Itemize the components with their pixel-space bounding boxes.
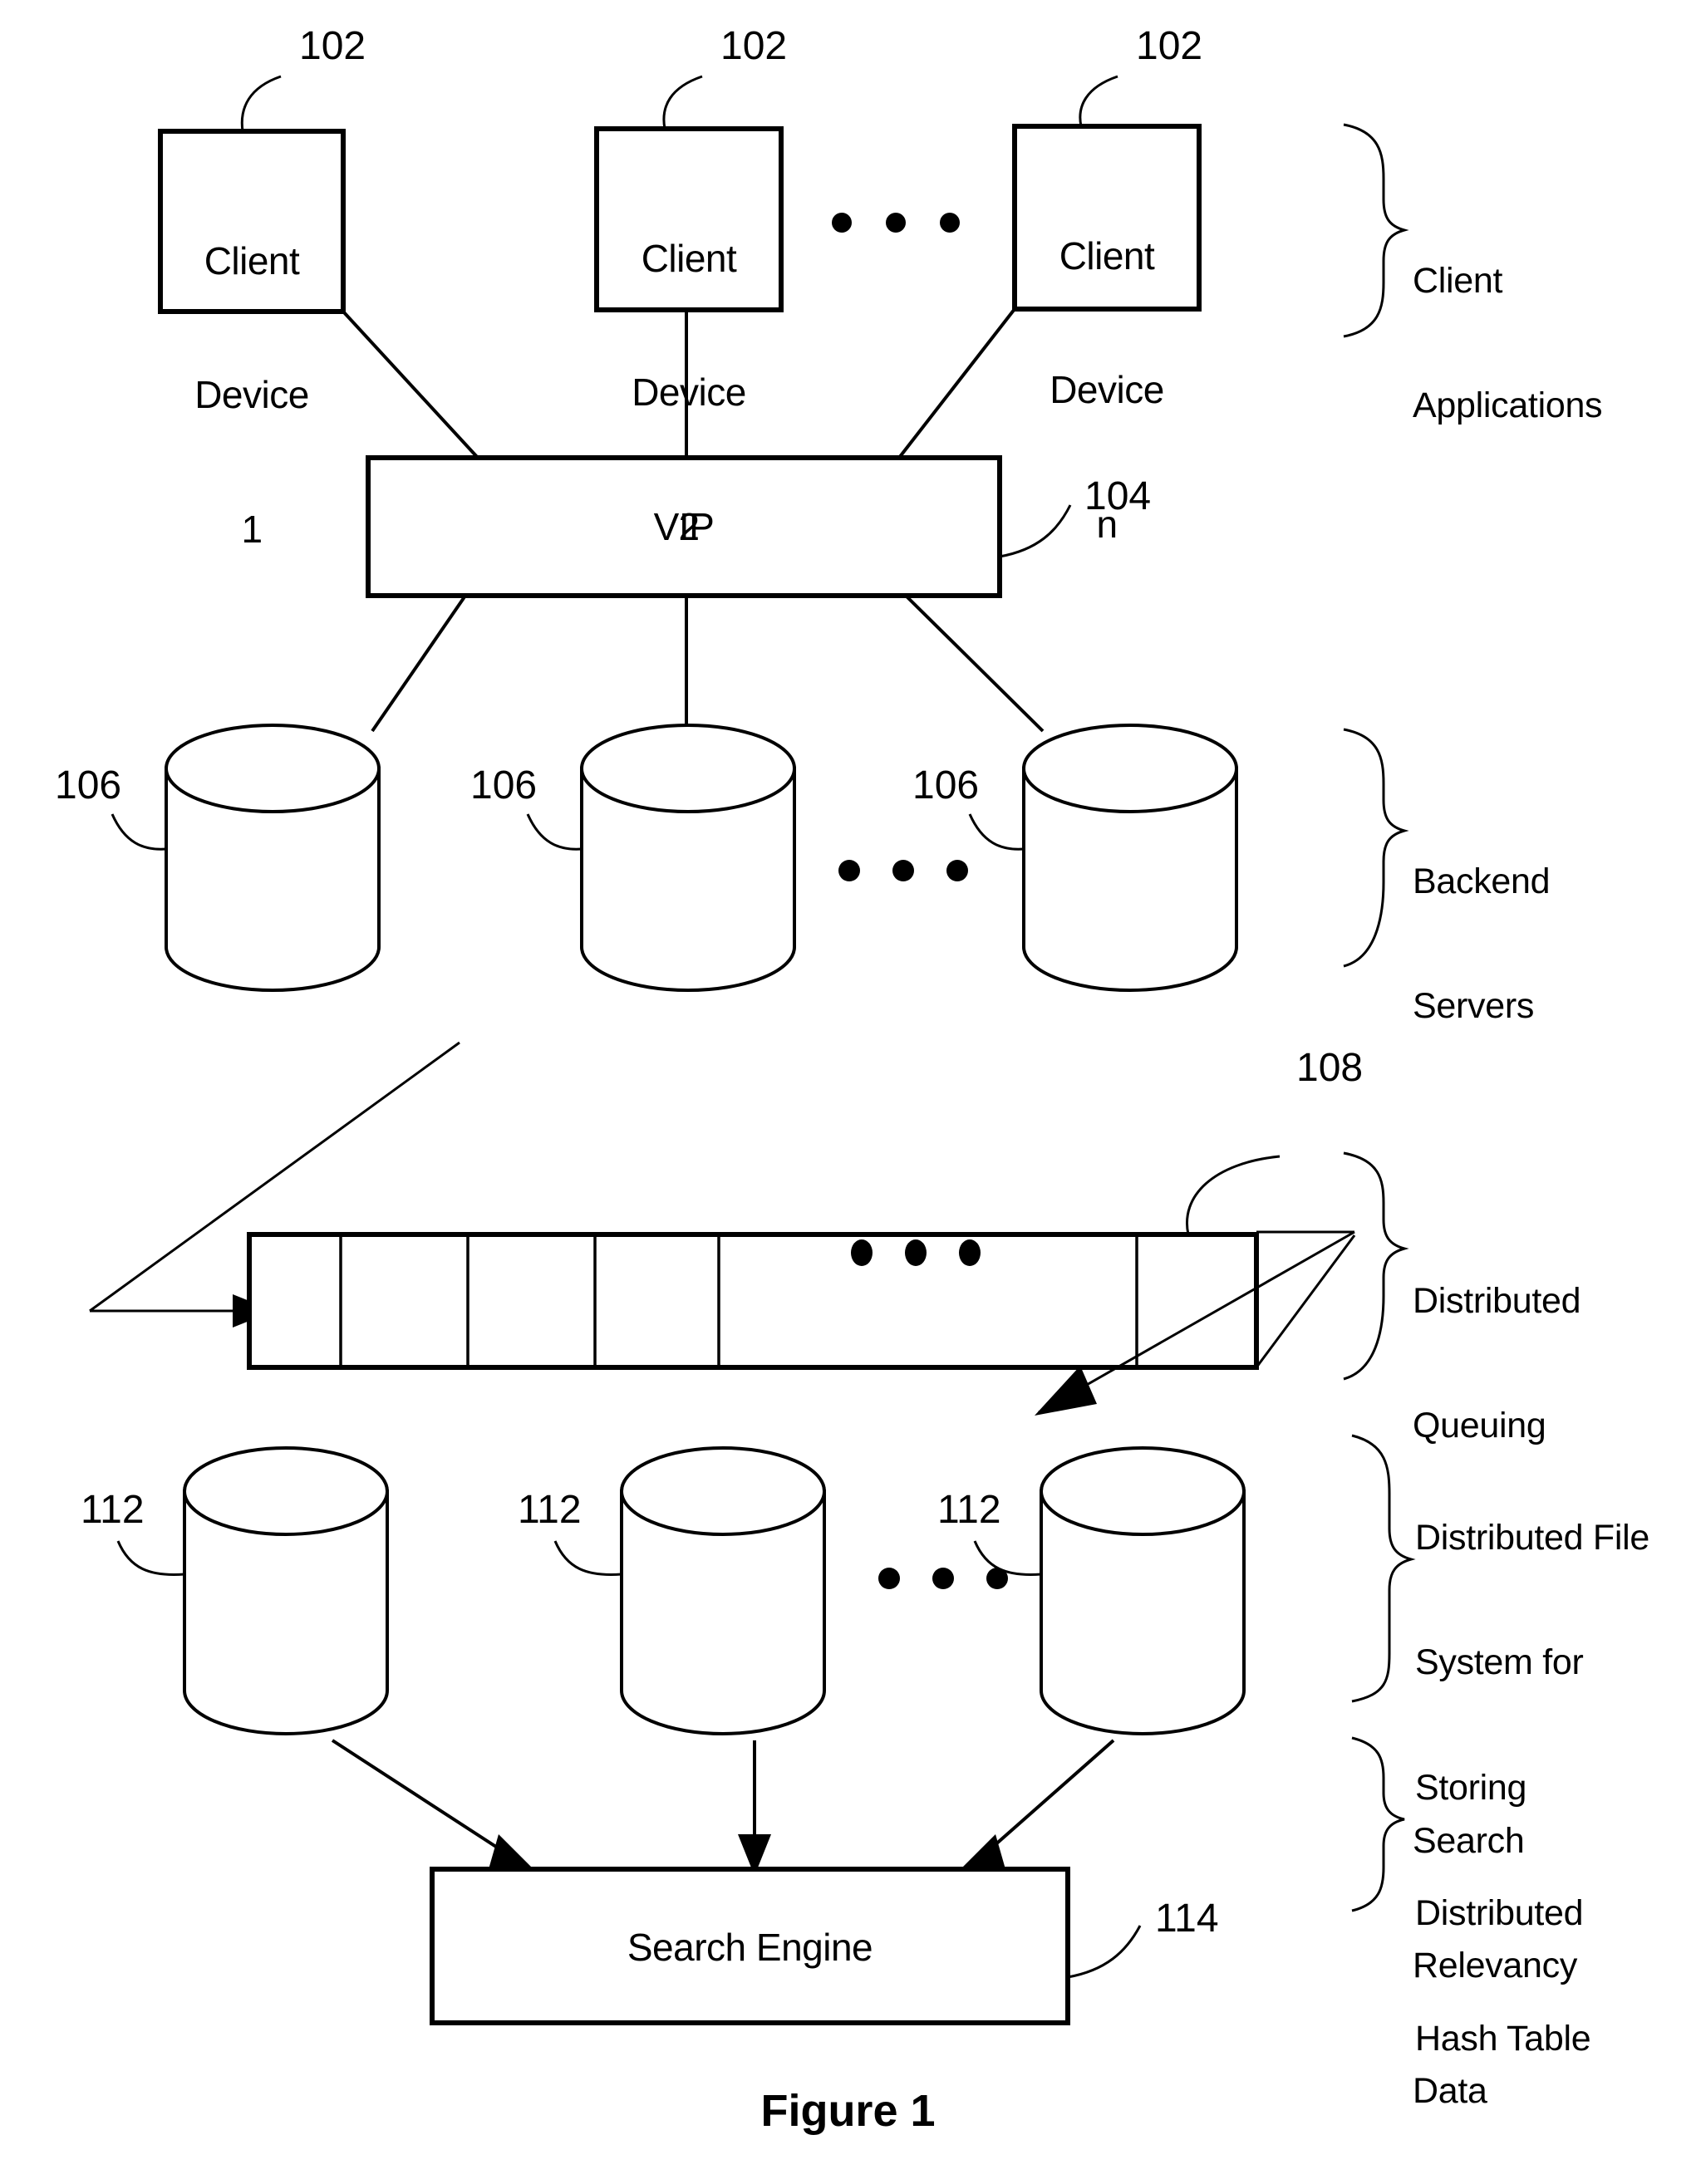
client-device-1-label: Client Device 1 [160, 150, 343, 641]
leader-106-server2 [526, 813, 583, 851]
ellipsis-dot-queue-1 [851, 1239, 873, 1266]
ref-num-114-search-engine: 114 [1155, 1897, 1219, 1941]
ellipsis-dot-servers-1 [838, 860, 860, 881]
queue-output-arrowhead [1035, 1366, 1097, 1416]
brace-distributed-file-system [1351, 1434, 1416, 1703]
dfs-line2: System for [1415, 1642, 1584, 1683]
leader-106-server3 [968, 813, 1025, 851]
client-device-n-line2: Device [1050, 368, 1164, 412]
ref-num-112-node3: 112 [937, 1488, 1001, 1532]
ellipsis-dot-clients-1 [832, 213, 852, 233]
ellipsis-dot-dfs-2 [932, 1568, 954, 1589]
leader-108-queue [1186, 1155, 1281, 1235]
client-applications-line2: Applications [1413, 385, 1603, 426]
link-dfs3-search [977, 1739, 1115, 1861]
client-device-n-line1: Client [1059, 233, 1155, 277]
search-engine-label: Search Engine [627, 1926, 873, 1969]
backend-server-1-top [165, 724, 381, 813]
client-applications-line1: Client [1413, 260, 1503, 301]
search-relevancy-line1: Search [1413, 1820, 1525, 1861]
ref-num-112-node2: 112 [518, 1488, 582, 1532]
client-device-n-label: Client Device n [1015, 145, 1199, 636]
link-dfs1-search [331, 1739, 517, 1861]
vip-label: VIP [653, 505, 715, 548]
ref-num-108-queue: 108 [1296, 1046, 1364, 1090]
backend-servers-line2: Servers [1413, 986, 1535, 1027]
leader-114-search-engine [1067, 1925, 1142, 1979]
ref-num-104-vip: 104 [1084, 474, 1152, 518]
client-device-1-line2: Device [194, 373, 309, 417]
dfs-line1: Distributed File [1415, 1517, 1649, 1558]
leader-112-node2 [553, 1540, 622, 1576]
leader-102-device2 [662, 75, 703, 130]
leader-102-device1 [240, 75, 282, 132]
ref-num-102-device2: 102 [720, 24, 788, 68]
queue-output-diagonal-bottom [1255, 1234, 1356, 1368]
backend-servers-line1: Backend [1413, 861, 1551, 901]
backend-server-3-top [1022, 724, 1238, 813]
figure-caption: Figure 1 [760, 2086, 936, 2136]
leader-106-server1 [111, 813, 167, 851]
client-device-2-label: Client Device 2 [597, 147, 781, 639]
search-relevancy-line2: Relevancy [1413, 1946, 1578, 1986]
group-label-client-applications: Client Applications [1413, 176, 1603, 510]
client-device-1-line3: 1 [241, 507, 263, 551]
ellipsis-dot-servers-3 [946, 860, 968, 881]
distributed-queue-box[interactable] [247, 1232, 1259, 1370]
leader-102-device3 [1079, 75, 1118, 127]
ref-num-106-server1: 106 [55, 763, 122, 807]
ellipsis-dot-clients-3 [940, 213, 960, 233]
ref-num-106-server2: 106 [470, 763, 538, 807]
brace-backend-servers [1343, 728, 1409, 968]
distributed-queuing-line1: Distributed [1413, 1280, 1581, 1321]
ellipsis-dot-servers-2 [892, 860, 914, 881]
client-device-1-line1: Client [204, 238, 300, 282]
ref-num-112-node1: 112 [81, 1488, 145, 1532]
link-device1-vip [342, 310, 479, 459]
brace-distributed-queuing [1343, 1151, 1409, 1381]
group-label-backend-servers: Backend Servers [1413, 777, 1551, 1111]
patent-figure: 102 102 102 Client Device 1 Client Devic… [0, 0, 1696, 2184]
ref-num-102-devicen: 102 [1136, 24, 1203, 68]
brace-client-applications [1343, 123, 1409, 338]
link-devicen-vip [897, 307, 1016, 459]
ellipsis-dot-queue-2 [905, 1239, 927, 1266]
ellipsis-dot-queue-3 [959, 1239, 981, 1266]
ellipsis-dot-clients-2 [886, 213, 906, 233]
dfs-node-1-top [183, 1446, 389, 1536]
brace-search-relevancy [1351, 1736, 1405, 1912]
link-vip-server1 [371, 594, 467, 733]
dfs-node-2-top [620, 1446, 826, 1536]
ref-num-102-device1: 102 [299, 24, 366, 68]
dfs-node-3-top [1040, 1446, 1246, 1536]
leader-112-node3 [973, 1540, 1042, 1576]
ellipsis-dot-dfs-3 [986, 1568, 1008, 1589]
ellipsis-dot-dfs-1 [878, 1568, 900, 1589]
client-device-2-line2: Device [632, 371, 746, 415]
leader-112-node1 [116, 1540, 185, 1576]
client-device-2-line1: Client [641, 236, 737, 280]
ref-num-106-server3: 106 [912, 763, 980, 807]
backend-server-2-top [580, 724, 796, 813]
